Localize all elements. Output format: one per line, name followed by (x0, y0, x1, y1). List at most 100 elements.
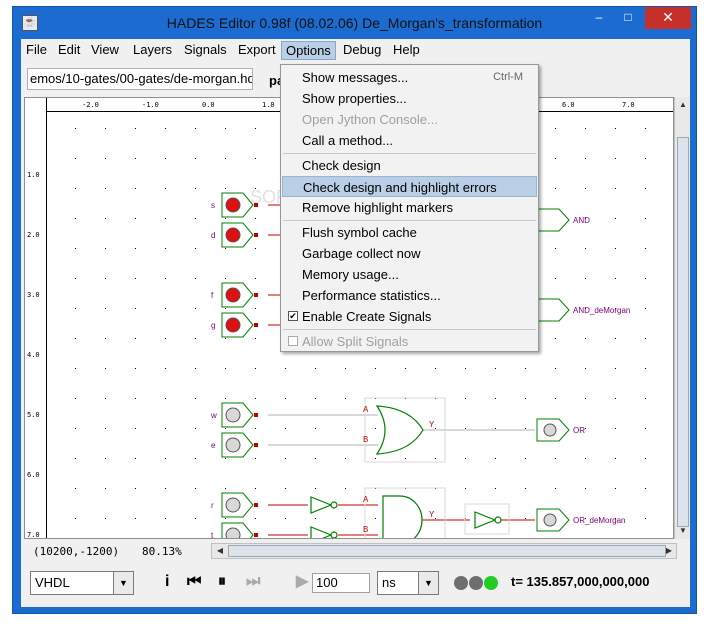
output-probe-or_demorgan: OR_deMorgan (536, 508, 625, 532)
menu-remove-highlight[interactable]: Remove highlight markers (282, 197, 537, 218)
scroll-right-icon[interactable]: ▶ (662, 544, 676, 558)
checkbox-unchecked-icon (288, 336, 298, 346)
horizontal-scrollbar[interactable]: ◀ ▶ (211, 543, 677, 559)
info-icon[interactable]: i (165, 573, 169, 591)
and-pin-y-label: Y (429, 510, 435, 519)
or-pin-a-label: A (363, 405, 369, 414)
options-menu-dropdown: Show messages... Ctrl-M Show properties.… (280, 64, 539, 352)
menu-view[interactable]: View (91, 42, 119, 57)
input-label: e (211, 441, 216, 450)
input-switch-e[interactable]: e (211, 432, 258, 458)
ruler-y-tick: 1.0 (27, 171, 40, 179)
play-icon[interactable]: ▶ (296, 573, 308, 591)
output-label: OR (573, 426, 585, 435)
menu-bar: File Edit View Layers Signals Export Opt… (21, 39, 690, 61)
language-select[interactable]: VHDL ▼ (30, 571, 134, 595)
menu-help[interactable]: Help (393, 42, 420, 57)
menu-edit[interactable]: Edit (58, 42, 80, 57)
ruler-x-tick: 0.0 (202, 101, 215, 109)
ruler-y-tick: 4.0 (27, 351, 40, 359)
scroll-left-icon[interactable]: ◀ (213, 544, 227, 558)
cursor-coordinates: (10200,-1200) (33, 545, 120, 558)
input-switch-w[interactable]: w (210, 402, 258, 428)
menu-file[interactable]: File (26, 42, 47, 57)
input-label: d (211, 231, 215, 240)
ruler-x-tick: 6.0 (562, 101, 575, 109)
menu-allow-split-signals-label: Allow Split Signals (302, 334, 409, 349)
menu-enable-create-signals[interactable]: ✔ Enable Create Signals (282, 306, 537, 327)
status-led-2 (469, 576, 483, 590)
input-switch-r[interactable]: r (211, 492, 258, 518)
menu-debug[interactable]: Debug (343, 42, 381, 57)
output-label: AND (573, 216, 590, 225)
shortcut-label: Ctrl-M (493, 71, 523, 83)
menu-garbage-collect[interactable]: Garbage collect now (282, 243, 537, 264)
menu-separator (283, 220, 536, 221)
ruler-y-tick: 5.0 (27, 411, 40, 419)
ruler-x-tick: 1.0 (262, 101, 275, 109)
menu-separator (283, 153, 536, 154)
input-label: f (211, 291, 214, 300)
vertical-scroll-thumb[interactable] (677, 137, 689, 527)
design-path-field[interactable]: emos/10-gates/00-gates/de-morgan.hds (27, 68, 253, 90)
ruler-left: 1.0 2.0 3.0 4.0 5.0 6.0 7.0 (25, 98, 47, 538)
scroll-up-icon[interactable]: ▲ (676, 98, 690, 112)
output-label: AND_deMorgan (573, 306, 630, 315)
time-unit-select[interactable]: ns ▼ (377, 571, 439, 595)
step-value-input[interactable]: 100 (312, 573, 370, 593)
menu-performance-statistics[interactable]: Performance statistics... (282, 285, 537, 306)
menu-show-messages[interactable]: Show messages... Ctrl-M (282, 67, 537, 88)
chevron-down-icon[interactable]: ▼ (418, 572, 438, 594)
menu-enable-create-signals-label: Enable Create Signals (302, 309, 432, 324)
zoom-level: 80.13% (142, 545, 182, 558)
input-switch-g[interactable]: g (211, 312, 258, 338)
ruler-y-tick: 3.0 (27, 291, 40, 299)
input-switches: s d f g w e r t (210, 192, 258, 539)
menu-flush-symbol-cache[interactable]: Flush symbol cache (282, 222, 537, 243)
status-led-3 (484, 576, 498, 590)
and-pin-b-label: B (363, 525, 368, 534)
pause-icon[interactable]: ⏸ (218, 573, 226, 591)
menu-layers[interactable]: Layers (133, 42, 172, 57)
checkbox-checked-icon[interactable]: ✔ (288, 311, 298, 321)
menu-separator (283, 329, 536, 330)
vertical-scrollbar[interactable]: ▲ ▼ (674, 97, 690, 539)
output-label: OR_deMorgan (573, 516, 625, 525)
or-pin-b-label: B (363, 435, 368, 444)
horizontal-scroll-thumb[interactable] (228, 545, 666, 557)
menu-check-design-highlight[interactable]: Check design and highlight errors (282, 176, 537, 197)
input-label: w (210, 411, 217, 420)
input-label: r (211, 501, 214, 510)
menu-open-jython-console: Open Jython Console... (302, 112, 438, 127)
fast-forward-icon[interactable]: ⏭ (246, 573, 260, 591)
output-probes: AND AND_deMorgan OR OR_deMorgan (536, 208, 630, 532)
input-label: t (211, 531, 214, 539)
or-pin-y-label: Y (429, 420, 435, 429)
menu-memory-usage[interactable]: Memory usage... (282, 264, 537, 285)
menu-signals[interactable]: Signals (184, 42, 227, 57)
scroll-down-icon[interactable]: ▼ (676, 524, 690, 538)
menu-show-messages-label: Show messages... (302, 70, 409, 85)
title-bar[interactable]: ☕ HADES Editor 0.98f (08.02.06) De_Morga… (13, 7, 696, 37)
menu-show-properties[interactable]: Show properties... (282, 88, 537, 109)
menu-check-design[interactable]: Check design (282, 155, 537, 176)
menu-options[interactable]: Options (281, 41, 336, 60)
minimize-button[interactable]: – (585, 7, 613, 29)
simulation-time: t= 135.857,000,000,000 (511, 574, 650, 589)
menu-call-method[interactable]: Call a method... (282, 130, 537, 151)
menu-allow-split-signals: Allow Split Signals (282, 331, 537, 352)
rewind-icon[interactable]: ⏮ (187, 573, 201, 591)
and-gate (382, 495, 423, 538)
ruler-y-tick: 6.0 (27, 471, 40, 479)
input-switch-t[interactable]: t (211, 522, 258, 539)
maximize-button[interactable]: □ (614, 7, 642, 29)
input-switch-f[interactable]: f (211, 282, 258, 308)
inverter-2 (310, 526, 338, 538)
chevron-down-icon[interactable]: ▼ (113, 572, 133, 594)
menu-export[interactable]: Export (238, 42, 276, 57)
simulation-bar: VHDL ▼ i ⏮ ⏸ ⏭ ▶ 100 ns ▼ t= 135.857,000… (21, 563, 690, 603)
input-switch-d[interactable]: d (211, 222, 258, 248)
inverter-1 (310, 496, 338, 514)
output-probe-and_demorgan: AND_deMorgan (536, 298, 630, 322)
close-button[interactable]: ✕ (645, 7, 691, 29)
